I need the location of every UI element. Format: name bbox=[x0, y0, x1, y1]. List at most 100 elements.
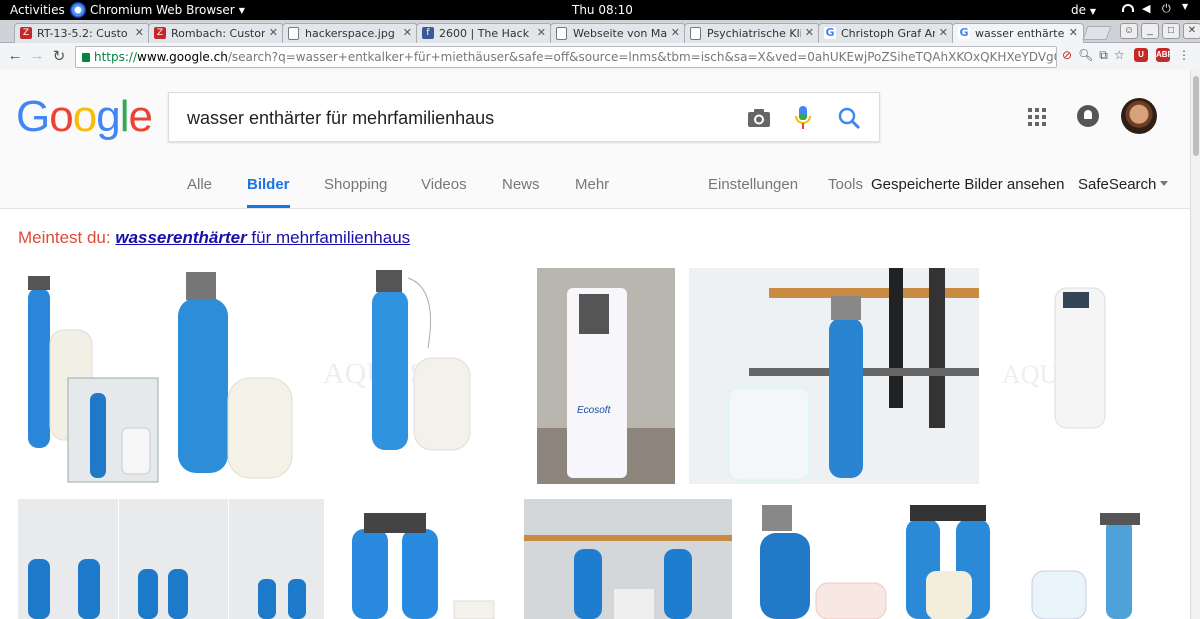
tab-bilder[interactable]: Bilder bbox=[247, 166, 290, 208]
z-icon: Z bbox=[154, 27, 166, 39]
app-menu[interactable]: Chromium Web Browser ▼ bbox=[70, 1, 245, 19]
tab-title: RT-13-5.2: Custo bbox=[37, 27, 128, 40]
image-result[interactable] bbox=[524, 499, 732, 619]
maximize-icon[interactable]: □ bbox=[1162, 23, 1180, 39]
chevron-down-icon: ▼ bbox=[238, 5, 245, 15]
browser-tab[interactable]: Z RT-13-5.2: Custo ✕ bbox=[14, 23, 150, 43]
image-result[interactable]: AQUOS bbox=[997, 268, 1170, 484]
search-icon[interactable] bbox=[837, 106, 861, 130]
camera-icon[interactable] bbox=[747, 107, 771, 129]
tab-news[interactable]: News bbox=[502, 166, 540, 206]
water-softener-image: AQUOS bbox=[997, 268, 1170, 484]
facebook-icon: f bbox=[422, 27, 434, 39]
browser-tab[interactable]: Psychiatrische Kli ✕ bbox=[684, 23, 820, 43]
search-box bbox=[168, 92, 880, 142]
tools-link[interactable]: Tools bbox=[828, 166, 863, 206]
document-icon bbox=[690, 27, 701, 40]
safesearch-dropdown[interactable]: SafeSearch bbox=[1078, 166, 1169, 206]
new-tab-button[interactable] bbox=[1082, 26, 1112, 40]
browser-tab[interactable]: f 2600 | The Hack ✕ bbox=[416, 23, 552, 43]
document-icon bbox=[288, 27, 299, 40]
water-softener-image bbox=[524, 499, 732, 619]
notifications-icon[interactable] bbox=[1077, 105, 1099, 127]
close-icon[interactable]: ✕ bbox=[1069, 26, 1078, 39]
tab-alle[interactable]: Alle bbox=[187, 166, 212, 206]
document-icon bbox=[556, 27, 567, 40]
did-you-mean-label: Meintest du: bbox=[18, 228, 111, 247]
input-language-indicator[interactable]: de ▼ bbox=[1071, 3, 1096, 17]
apps-grid-icon[interactable] bbox=[1028, 108, 1046, 126]
system-top-bar: Activities Chromium Web Browser ▼ Thu 08… bbox=[0, 0, 1200, 20]
image-result[interactable] bbox=[689, 268, 979, 484]
wifi-icon bbox=[1122, 4, 1134, 12]
page-action-icon[interactable]: ⧉ bbox=[1099, 48, 1108, 63]
image-result[interactable] bbox=[750, 499, 890, 619]
tab-title: hackerspace.jpg ( bbox=[305, 27, 399, 40]
forward-icon[interactable]: → bbox=[28, 47, 46, 64]
image-result[interactable]: AQUOS bbox=[318, 268, 510, 484]
tab-title: Psychiatrische Kli bbox=[707, 27, 801, 40]
avatar[interactable] bbox=[1121, 98, 1157, 134]
browser-tab[interactable]: Webseite von Ma ✕ bbox=[550, 23, 686, 43]
ublock-icon[interactable]: U bbox=[1134, 48, 1148, 62]
close-icon[interactable]: ✕ bbox=[671, 26, 680, 39]
user-icon[interactable]: ☺ bbox=[1120, 23, 1138, 39]
tab-videos[interactable]: Videos bbox=[421, 166, 467, 206]
google-icon: G bbox=[824, 26, 836, 39]
image-result[interactable]: Ecosoft bbox=[537, 268, 675, 484]
browser-tab-strip: Z RT-13-5.2: Custo ✕ Z Rombach: Custom ✕… bbox=[0, 20, 1200, 44]
search-input[interactable] bbox=[185, 105, 729, 131]
watermark: Ecosoft bbox=[577, 405, 612, 416]
system-status-icons[interactable]: ◀ ⏻ ▼ bbox=[1122, 2, 1194, 16]
chevron-down-icon: ▼ bbox=[1089, 7, 1096, 16]
address-bar[interactable]: https://www.google.ch/search?q=wasser+en… bbox=[75, 46, 1057, 68]
image-result[interactable] bbox=[890, 499, 1000, 619]
image-result[interactable] bbox=[324, 499, 510, 619]
microphone-icon[interactable] bbox=[795, 105, 811, 131]
activities-button[interactable]: Activities bbox=[10, 3, 65, 17]
did-you-mean: Meintest du: wasserenthärter für mehrfam… bbox=[18, 228, 410, 248]
close-icon[interactable]: ✕ bbox=[403, 26, 412, 39]
browser-tab[interactable]: G Christoph Graf Ar ✕ bbox=[818, 23, 954, 43]
app-menu-label: Chromium Web Browser bbox=[90, 3, 235, 17]
reload-icon[interactable]: ↻ bbox=[50, 47, 68, 65]
browser-tab-active[interactable]: G wasser enthärter ✕ bbox=[952, 23, 1084, 44]
close-icon[interactable]: ✕ bbox=[939, 26, 948, 39]
saved-images-link[interactable]: Gespeicherte Bilder ansehen bbox=[871, 166, 1064, 206]
chevron-down-icon bbox=[1160, 181, 1169, 186]
close-icon[interactable]: ✕ bbox=[537, 26, 546, 39]
clock[interactable]: Thu 08:10 bbox=[572, 3, 633, 17]
image-result[interactable] bbox=[1014, 499, 1170, 619]
water-softener-image bbox=[689, 268, 979, 484]
image-result[interactable] bbox=[18, 268, 318, 484]
water-softener-image bbox=[890, 499, 1000, 619]
close-icon[interactable]: ✕ bbox=[805, 26, 814, 39]
minimize-icon[interactable]: _ bbox=[1141, 23, 1159, 39]
browser-tab[interactable]: Z Rombach: Custom ✕ bbox=[148, 23, 284, 43]
google-icon: G bbox=[958, 26, 970, 39]
blocked-content-icon[interactable]: ⊘ bbox=[1062, 48, 1072, 63]
settings-link[interactable]: Einstellungen bbox=[708, 166, 798, 206]
power-icon: ⏻ bbox=[1162, 2, 1171, 15]
tab-title: Rombach: Custom bbox=[171, 27, 265, 40]
window-controls: ☺ _ □ ✕ bbox=[1120, 23, 1200, 39]
page-scrollbar[interactable] bbox=[1190, 70, 1200, 619]
adblock-icon[interactable]: ABP bbox=[1156, 48, 1173, 62]
water-softener-image bbox=[18, 268, 318, 484]
browser-tab[interactable]: hackerspace.jpg ( ✕ bbox=[282, 23, 418, 43]
close-icon[interactable]: ✕ bbox=[269, 26, 278, 39]
scrollbar-thumb[interactable] bbox=[1193, 76, 1199, 156]
tab-shopping[interactable]: Shopping bbox=[324, 166, 387, 206]
close-icon[interactable]: ✕ bbox=[135, 26, 144, 39]
zoom-icon[interactable]: 🔍︎ bbox=[1078, 48, 1093, 63]
google-logo[interactable]: Google bbox=[16, 92, 153, 142]
menu-icon[interactable]: ⋮ bbox=[1178, 48, 1190, 62]
tab-mehr[interactable]: Mehr bbox=[575, 166, 609, 206]
back-icon[interactable]: ← bbox=[6, 47, 24, 64]
volume-icon: ◀ bbox=[1142, 2, 1151, 15]
image-result[interactable] bbox=[18, 499, 324, 619]
bookmark-star-icon[interactable]: ☆ bbox=[1114, 48, 1125, 63]
water-softener-image bbox=[18, 499, 324, 619]
close-window-icon[interactable]: ✕ bbox=[1183, 23, 1200, 39]
corrected-query-link[interactable]: wasserenthärter für mehrfamilienhaus bbox=[115, 228, 410, 247]
